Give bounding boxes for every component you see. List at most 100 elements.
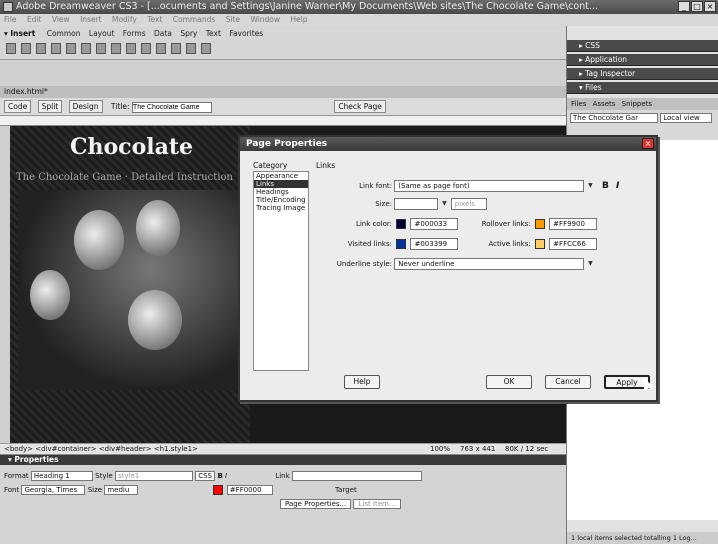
rollover-color-swatch[interactable] — [534, 219, 545, 229]
page-properties-dialog: Page Properties × Category Appearance Li… — [238, 135, 658, 402]
server-side-include-icon[interactable] — [126, 43, 136, 54]
font-color-input[interactable]: #FF0000 — [226, 485, 273, 495]
div-icon[interactable] — [66, 43, 76, 54]
properties-header[interactable]: ▾ Properties — [0, 455, 566, 465]
insert-tab-data[interactable]: Data — [154, 29, 172, 38]
window-title-bar: Adobe Dreamweaver CS3 - [...ocuments and… — [0, 0, 718, 14]
chevron-down-icon[interactable]: ▼ — [440, 200, 448, 208]
link-color-swatch[interactable] — [396, 219, 407, 229]
insert-bar-label[interactable]: ▾ Insert — [4, 29, 35, 38]
active-color-swatch[interactable] — [534, 239, 545, 249]
comment-icon[interactable] — [141, 43, 151, 54]
size-select[interactable] — [394, 198, 439, 210]
menu-site[interactable]: Site — [226, 15, 240, 24]
window-title: Adobe Dreamweaver CS3 - [...ocuments and… — [16, 1, 598, 12]
category-links[interactable]: Links — [254, 180, 308, 188]
visited-color-input[interactable]: #003399 — [410, 238, 459, 250]
design-view-button[interactable]: Design — [68, 100, 103, 113]
app-icon — [3, 2, 13, 12]
visited-color-swatch[interactable] — [396, 239, 407, 249]
page-properties-button[interactable]: Page Properties... — [280, 499, 352, 509]
maximize-button[interactable]: □ — [691, 1, 703, 12]
insert-tab-spry[interactable]: Spry — [180, 29, 197, 38]
insert-tab-common[interactable]: Common — [47, 29, 81, 38]
tab-snippets[interactable]: Snippets — [622, 100, 652, 108]
help-button[interactable]: Help — [344, 375, 380, 389]
panel-files[interactable]: ▾ Files — [567, 82, 718, 94]
code-view-button[interactable]: Code — [4, 100, 32, 113]
minimize-button[interactable]: _ — [678, 1, 690, 12]
media-icon[interactable] — [96, 43, 106, 54]
insert-tab-favorites[interactable]: Favorites — [229, 29, 263, 38]
italic-button[interactable]: I — [616, 181, 619, 191]
tag-chooser-icon[interactable] — [201, 43, 211, 54]
named-anchor-icon[interactable] — [36, 43, 46, 54]
view-select[interactable]: Local view — [660, 113, 713, 123]
link-label: Link — [275, 472, 290, 480]
panel-css[interactable]: ▸ CSS — [567, 40, 718, 52]
title-label: Title: — [110, 102, 130, 111]
document-tab[interactable]: index.html* — [0, 86, 566, 98]
style-select[interactable]: style1 — [114, 471, 193, 481]
photo-face — [136, 200, 180, 256]
table-icon[interactable] — [51, 43, 61, 54]
menu-commands[interactable]: Commands — [173, 15, 215, 24]
panel-application[interactable]: ▸ Application — [567, 54, 718, 66]
close-button[interactable]: × — [704, 1, 716, 12]
italic-button[interactable]: I — [225, 472, 227, 480]
size-select[interactable]: mediu — [104, 485, 139, 495]
link-input[interactable] — [291, 471, 422, 481]
list-item-button[interactable]: List Item... — [353, 499, 401, 509]
menu-help[interactable]: Help — [290, 15, 307, 24]
menu-window[interactable]: Window — [250, 15, 280, 24]
menu-text[interactable]: Text — [147, 15, 162, 24]
ok-button[interactable]: OK — [486, 375, 532, 389]
files-status: 1 local items selected totalling 1 Log..… — [567, 532, 718, 544]
menu-edit[interactable]: Edit — [27, 15, 42, 24]
chevron-down-icon[interactable]: ▼ — [586, 260, 594, 268]
split-view-button[interactable]: Split — [37, 100, 63, 113]
format-select[interactable]: Heading 1 — [30, 471, 93, 481]
bold-button[interactable]: B — [217, 472, 222, 480]
link-color-input[interactable]: #000033 — [410, 218, 459, 230]
font-select[interactable]: Georgia, Times — [21, 485, 86, 495]
cancel-button[interactable]: Cancel — [545, 375, 591, 389]
date-icon[interactable] — [111, 43, 121, 54]
tab-assets[interactable]: Assets — [593, 100, 616, 108]
templates-icon[interactable] — [186, 43, 196, 54]
rollover-color-input[interactable]: #FF9900 — [549, 218, 598, 230]
head-icon[interactable] — [156, 43, 166, 54]
tab-files[interactable]: Files — [571, 100, 586, 108]
script-icon[interactable] — [171, 43, 181, 54]
check-page-button[interactable]: Check Page — [334, 100, 386, 113]
menu-modify[interactable]: Modify — [112, 15, 137, 24]
insert-tab-layout[interactable]: Layout — [89, 29, 115, 38]
hyperlink-icon[interactable] — [6, 43, 16, 54]
images-icon[interactable] — [81, 43, 91, 54]
email-link-icon[interactable] — [21, 43, 31, 54]
category-tracing-image[interactable]: Tracing Image — [254, 204, 308, 212]
site-select[interactable]: The Chocolate Gar — [570, 113, 658, 123]
menu-view[interactable]: View — [52, 15, 70, 24]
dialog-close-icon[interactable]: × — [642, 138, 654, 149]
page-title-input[interactable] — [131, 101, 212, 113]
size-unit-select[interactable]: pixels — [450, 198, 487, 210]
tag-selector[interactable]: <body> <div#container> <div#header> <h1.… — [4, 445, 198, 453]
section-heading: Links — [316, 161, 336, 170]
chevron-down-icon[interactable]: ▼ — [586, 182, 594, 190]
active-color-input[interactable]: #FFCC66 — [549, 238, 598, 250]
category-title-encoding[interactable]: Title/Encoding — [254, 196, 308, 204]
menu-file[interactable]: File — [4, 15, 17, 24]
link-font-select[interactable]: (Same as page font) — [394, 180, 585, 192]
category-appearance[interactable]: Appearance — [254, 172, 308, 180]
insert-tab-forms[interactable]: Forms — [123, 29, 146, 38]
underline-style-select[interactable]: Never underline — [394, 258, 585, 270]
css-button[interactable]: CSS — [195, 471, 216, 481]
menu-insert[interactable]: Insert — [80, 15, 102, 24]
ruler — [0, 116, 566, 126]
category-headings[interactable]: Headings — [254, 188, 308, 196]
insert-tab-text[interactable]: Text — [206, 29, 221, 38]
bold-button[interactable]: B — [602, 181, 609, 191]
font-color-swatch[interactable] — [212, 485, 223, 495]
panel-tag-inspector[interactable]: ▸ Tag Inspector — [567, 68, 718, 80]
